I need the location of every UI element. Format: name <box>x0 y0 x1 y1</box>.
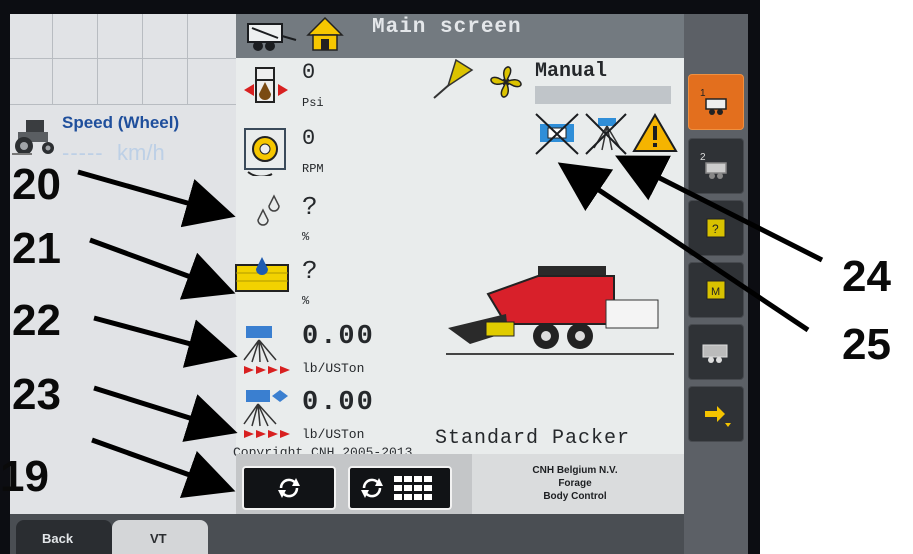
callout-23: 23 <box>12 370 61 419</box>
callout-20: 20 <box>12 160 61 209</box>
callout-24: 24 <box>842 252 891 301</box>
callout-19: 19 <box>0 452 49 501</box>
callout-25: 25 <box>842 320 891 369</box>
callout-22: 22 <box>12 296 61 345</box>
callout-arrows <box>77 155 824 499</box>
callout-21: 21 <box>12 224 61 273</box>
